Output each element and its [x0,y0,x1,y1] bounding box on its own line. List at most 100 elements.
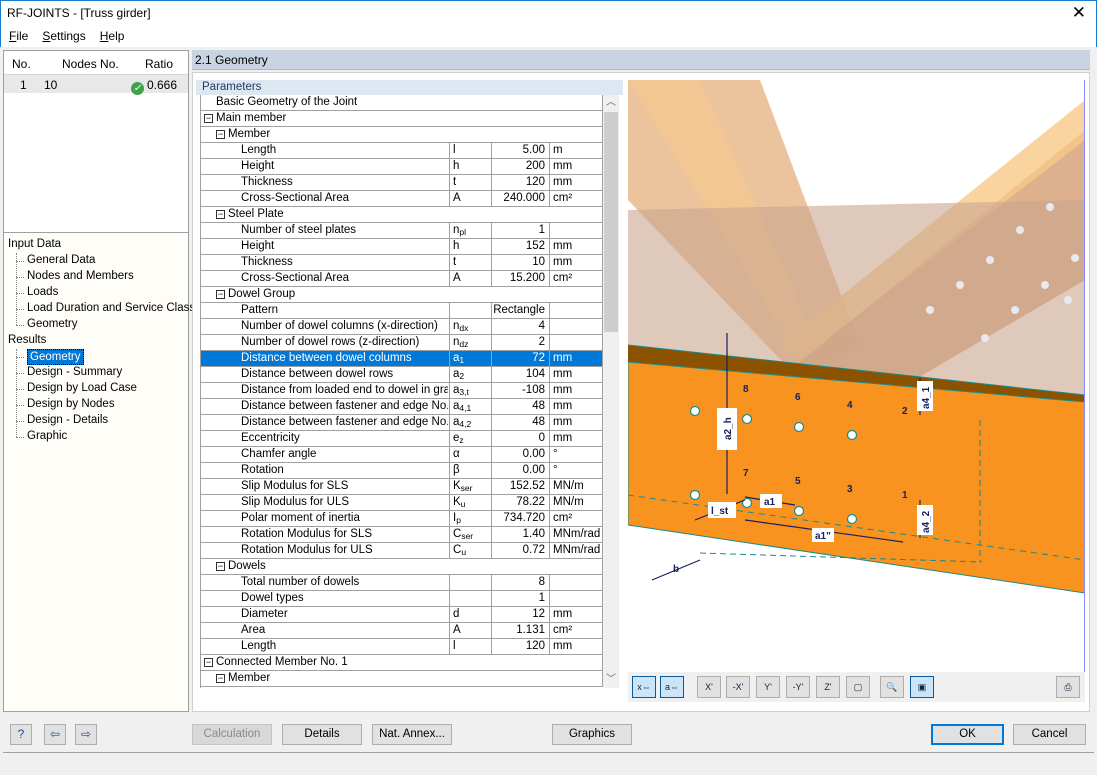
param-value[interactable]: 15.200 [491,271,549,286]
nav-input-item[interactable]: Loads [27,285,58,301]
nav-results[interactable]: Results [8,333,46,349]
param-value[interactable]: 200 [491,159,549,174]
param-value[interactable]: 152.52 [491,479,549,494]
param-group-row[interactable]: − Main member [201,111,603,127]
param-row[interactable]: Total number of dowels 8 [201,575,603,591]
param-value[interactable]: 120 [491,639,549,654]
cancel-button[interactable]: Cancel [1013,724,1086,745]
nav-results-item[interactable]: Design - Summary [27,365,122,381]
collapse-icon[interactable]: − [216,130,225,139]
param-row[interactable]: Rotation β 0.00 ° [201,463,603,479]
transparency-button[interactable]: ▣ [910,676,934,698]
view-z-button[interactable]: Z' [816,676,840,698]
zoom-reset-button[interactable]: 🔍 [880,676,904,698]
collapse-icon[interactable]: − [216,210,225,219]
param-value[interactable]: 0.72 [491,543,549,558]
param-value[interactable]: 5.00 [491,143,549,158]
nav-results-item[interactable]: Design - Details [27,413,108,429]
param-group-row[interactable]: Basic Geometry of the Joint [201,95,603,111]
nat-annex-button[interactable]: Nat. Annex... [372,724,452,745]
param-row[interactable]: Area A 1.131 cm² [201,623,603,639]
param-row[interactable]: Slip Modulus for SLS Kser 152.52 MN/m [201,479,603,495]
param-value[interactable]: 1 [491,223,549,238]
param-value[interactable]: 12 [491,607,549,622]
param-value[interactable]: 0.00 [491,447,549,462]
param-group-row[interactable]: − Member [201,671,603,687]
param-row[interactable]: Length l 5.00 m [201,143,603,159]
collapse-icon[interactable]: − [204,658,213,667]
view-x-button[interactable]: X' [697,676,721,698]
param-value[interactable]: 10 [491,255,549,270]
param-group-row[interactable]: − Steel Plate [201,207,603,223]
view-y-button[interactable]: Y' [756,676,780,698]
nav-input-item[interactable]: Geometry [27,317,78,333]
param-value[interactable]: 734.720 [491,511,549,526]
param-row[interactable]: Polar moment of inertia Ip 734.720 cm² [201,511,603,527]
param-row[interactable]: Height h 200 mm [201,159,603,175]
param-row[interactable]: Number of dowel rows (z-direction) ndz 2 [201,335,603,351]
vertical-scrollbar[interactable]: ︿ ﹀ [603,95,619,688]
param-value[interactable]: 48 [491,399,549,414]
param-group-row[interactable]: − Dowel Group [201,287,603,303]
param-row[interactable]: Distance between fastener and edge No. 1… [201,399,603,415]
param-row[interactable]: Number of dowel columns (x-direction) ndx… [201,319,603,335]
nav-input-data[interactable]: Input Data [8,237,61,253]
isometric-view-button[interactable]: ▢ [846,676,870,698]
col-no[interactable]: No. [12,57,31,71]
param-row[interactable]: Rotation Modulus for ULS Cu 0.72 MNm/rad [201,543,603,559]
param-value[interactable]: 152 [491,239,549,254]
param-row[interactable]: Distance between dowel columns a1 72 mm [201,351,603,367]
param-value[interactable]: 8 [491,575,549,590]
nav-results-item[interactable]: Graphic [27,429,67,445]
param-row[interactable]: Distance between fastener and edge No. 2… [201,415,603,431]
param-row[interactable]: Cross-Sectional Area A 15.200 cm² [201,271,603,287]
param-row[interactable]: Thickness t 10 mm [201,255,603,271]
menu-help[interactable]: Help [100,29,125,43]
param-value[interactable]: 0.00 [491,463,549,478]
param-group-row[interactable]: − Connected Member No. 1 [201,655,603,671]
param-row[interactable]: Height h 152 mm [201,239,603,255]
scroll-thumb[interactable] [604,112,618,332]
scroll-down-icon[interactable]: ﹀ [603,672,619,688]
nav-results-item[interactable]: Geometry [27,349,84,365]
view-minus-x-button[interactable]: -X' [726,676,750,698]
param-value[interactable]: 104 [491,367,549,382]
collapse-icon[interactable]: − [216,290,225,299]
nav-results-item[interactable]: Design by Nodes [27,397,115,413]
param-value[interactable]: 1.131 [491,623,549,638]
nav-results-item[interactable]: Design by Load Case [27,381,137,397]
param-group-row[interactable]: − Member [201,127,603,143]
param-row[interactable]: Dowel types 1 [201,591,603,607]
param-value[interactable]: 78.22 [491,495,549,510]
calculation-button[interactable]: Calculation [192,724,272,745]
param-value[interactable]: -108 [491,383,549,398]
param-row[interactable]: Distance from loaded end to dowel in gra… [201,383,603,399]
param-value[interactable]: 1 [491,591,549,606]
param-value[interactable]: 0 [491,431,549,446]
menu-file[interactable]: File [9,29,28,43]
results-table-row[interactable]: 1 10 ✓ 0.666 [4,75,188,95]
param-row[interactable]: Cross-Sectional Area A 240.000 cm² [201,191,603,207]
dimensions-x-button[interactable]: x⇔ [632,676,656,698]
param-value[interactable]: 240.000 [491,191,549,206]
param-value[interactable]: 72 [491,351,549,366]
print-button[interactable]: ⎙ [1056,676,1080,698]
param-row[interactable]: Eccentricity ez 0 mm [201,431,603,447]
collapse-icon[interactable]: − [216,674,225,683]
view-minus-y-button[interactable]: -Y' [786,676,810,698]
help-button[interactable]: ? [10,724,32,745]
dimensions-a-button[interactable]: a⇔ [660,676,684,698]
graphics-button[interactable]: Graphics [552,724,632,745]
param-value[interactable]: 48 [491,415,549,430]
param-value[interactable]: 4 [491,319,549,334]
menu-settings[interactable]: Settings [42,29,85,43]
graphic-view[interactable]: 1 2 3 4 5 6 7 8 a2_h a1 a1" l_st a4_1 a4_2 b [628,80,1085,672]
ok-button[interactable]: OK [931,724,1004,745]
param-row[interactable]: Thickness t 120 mm [201,175,603,191]
next-icon[interactable]: ⇨ [75,724,97,745]
param-value[interactable]: Rectangle [491,303,549,318]
param-row[interactable]: Distance between dowel rows a2 104 mm [201,367,603,383]
collapse-icon[interactable]: − [216,562,225,571]
previous-icon[interactable]: ⇦ [44,724,66,745]
nav-input-item[interactable]: Load Duration and Service Class [27,301,195,317]
